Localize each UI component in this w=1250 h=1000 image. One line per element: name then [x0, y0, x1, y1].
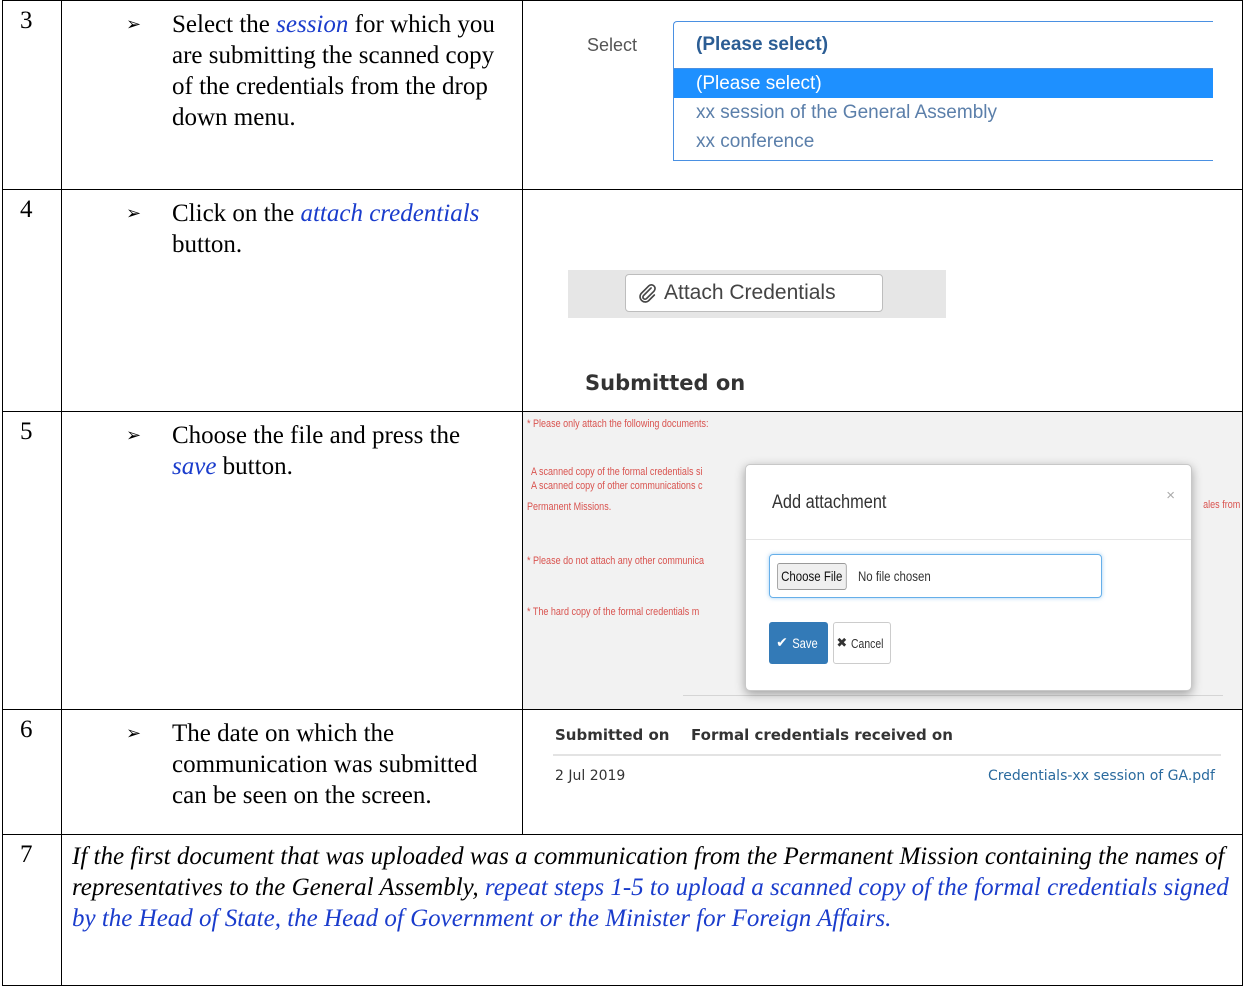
step-row-4: 4 ➢ Click on the attach credentials butt… — [2, 189, 1243, 412]
step-row-5: 5 ➢ Choose the file and press the save b… — [2, 411, 1243, 710]
step-number: 4 — [2, 189, 62, 412]
cancel-button[interactable]: ✖ Cancel — [833, 622, 891, 664]
paperclip-icon — [639, 284, 656, 303]
option-conference[interactable]: xx conference — [674, 127, 1213, 156]
step-row-6: 6 ➢ The date on which the communication … — [2, 709, 1243, 835]
screenshot-session-select: Select (Please select) (Please select) x… — [522, 0, 1243, 190]
step-number: 5 — [2, 411, 62, 710]
checkmark-icon: ✔ — [776, 635, 788, 651]
x-icon: ✖ — [836, 635, 848, 651]
step-row-7: 7 If the first document that was uploade… — [2, 834, 1243, 986]
note-text: A scanned copy of other communications c — [531, 480, 703, 492]
steps-table: 3 ➢ Select the session for which you are… — [2, 0, 1243, 986]
screenshot-attach-credentials: Attach Credentials Submitted on — [522, 189, 1243, 412]
cancel-label: Cancel — [851, 635, 884, 651]
column-header-received: Formal credentials received on — [691, 726, 953, 744]
emphasis-term: attach credentials — [300, 200, 480, 227]
step-number: 3 — [2, 0, 62, 190]
emphasis-term: save — [172, 453, 217, 480]
background-field — [683, 695, 1223, 709]
emphasis-term: session — [276, 11, 349, 38]
step-instruction: ➢ Choose the file and press the save but… — [61, 411, 523, 710]
attach-toolbar: Attach Credentials — [568, 270, 946, 318]
note-text: * Please only attach the following docum… — [527, 418, 709, 430]
file-status: No file chosen — [858, 568, 931, 584]
screenshot-submitted-list: Submitted on Formal credentials received… — [522, 709, 1243, 835]
file-input[interactable]: Choose File No file chosen — [769, 554, 1102, 598]
save-label: Save — [792, 635, 818, 651]
credentials-file-link[interactable]: Credentials-xx session of GA.pdf — [988, 768, 1215, 784]
submitted-heading: Submitted on — [585, 371, 746, 395]
arrow-bullet-icon: ➢ — [126, 723, 142, 744]
arrow-bullet-icon: ➢ — [126, 203, 142, 224]
session-select[interactable]: (Please select) — [673, 21, 1213, 69]
arrow-bullet-icon: ➢ — [126, 14, 142, 35]
close-icon[interactable]: × — [1166, 487, 1175, 504]
choose-file-button[interactable]: Choose File — [777, 563, 847, 590]
submitted-date: 2 Jul 2019 — [555, 768, 626, 784]
note-text: * Please do not attach any other communi… — [527, 555, 705, 567]
step-number: 7 — [2, 834, 62, 986]
divider — [746, 539, 1191, 540]
add-attachment-modal: Add attachment × Choose File No file cho… — [745, 464, 1192, 691]
step-row-3: 3 ➢ Select the session for which you are… — [2, 0, 1243, 190]
save-button[interactable]: ✔ Save — [769, 622, 828, 664]
session-options-list: (Please select) xx session of the Genera… — [673, 69, 1213, 161]
select-label: Select — [587, 35, 638, 55]
note-text: ales from — [1202, 499, 1240, 511]
option-general-assembly[interactable]: xx session of the General Assembly — [674, 98, 1213, 127]
screenshot-add-attachment: * Please only attach the following docum… — [522, 411, 1243, 710]
attach-button-label: Attach Credentials — [664, 281, 836, 304]
step-instruction: ➢ Click on the attach credentials button… — [61, 189, 523, 412]
note-text: Permanent Missions. — [527, 501, 612, 513]
modal-title: Add attachment — [772, 492, 887, 513]
column-header-submitted: Submitted on — [555, 726, 670, 744]
header-divider — [553, 754, 1221, 756]
step-instruction: If the first document that was uploaded … — [61, 834, 1243, 986]
option-please-select[interactable]: (Please select) — [674, 69, 1213, 98]
step-number: 6 — [2, 709, 62, 835]
attach-credentials-button[interactable]: Attach Credentials — [625, 274, 883, 312]
note-text: A scanned copy of the formal credentials… — [531, 466, 703, 478]
arrow-bullet-icon: ➢ — [126, 425, 142, 446]
step-instruction: ➢ Select the session for which you are s… — [61, 0, 523, 190]
step-instruction: ➢ The date on which the communication wa… — [61, 709, 523, 835]
select-value: (Please select) — [696, 34, 829, 55]
note-text: * The hard copy of the formal credential… — [527, 606, 700, 618]
